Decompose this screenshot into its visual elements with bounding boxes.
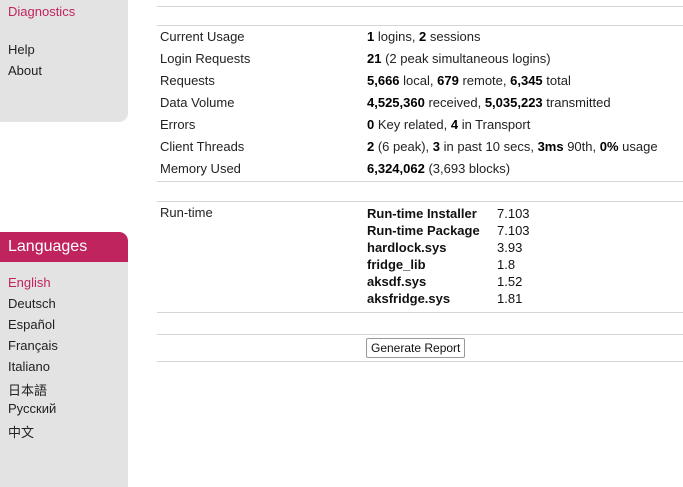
stat-value-number: 0%: [599, 139, 619, 154]
divider: [157, 334, 683, 335]
language-link-francais[interactable]: Français: [8, 338, 58, 353]
divider: [157, 6, 683, 7]
stat-value-number: 5,035,223: [484, 95, 543, 110]
runtime-item-version: 7.103: [497, 206, 530, 221]
stat-label: Errors: [160, 117, 196, 132]
stat-value-number: 6,345: [510, 73, 543, 88]
runtime-item-name: hardlock.sys: [367, 240, 447, 255]
runtime-item-name: fridge_lib: [367, 257, 426, 272]
stat-value: 21 (2 peak simultaneous logins): [367, 51, 551, 66]
stat-value-number: 2: [419, 29, 427, 44]
stat-value-number: 1: [367, 29, 375, 44]
nav-link-diagnostics[interactable]: Diagnostics: [8, 4, 75, 19]
divider: [157, 312, 683, 313]
nav-link-help[interactable]: Help: [8, 42, 35, 57]
divider: [157, 361, 683, 362]
runtime-item-name: aksdf.sys: [367, 274, 427, 289]
stat-value: 1 logins, 2 sessions: [367, 29, 481, 44]
language-link-chinese[interactable]: 中文: [8, 422, 34, 441]
language-link-italiano[interactable]: Italiano: [8, 359, 50, 374]
divider: [157, 25, 683, 26]
languages-title: Languages: [0, 232, 128, 262]
language-link-deutsch[interactable]: Deutsch: [8, 296, 56, 311]
stat-value-number: 6,324,062: [367, 161, 425, 176]
stat-value: 2 (6 peak), 3 in past 10 secs, 3ms 90th,…: [367, 139, 658, 154]
stat-label: Login Requests: [160, 51, 251, 66]
stat-label: Requests: [160, 73, 215, 88]
generate-report-button[interactable]: Generate Report: [366, 338, 466, 358]
runtime-item-name: aksfridge.sys: [367, 291, 451, 306]
stat-value: 4,525,360 received, 5,035,223 transmitte…: [367, 95, 611, 110]
language-link-japanese[interactable]: 日本語: [8, 380, 47, 399]
stat-value-number: 3ms: [537, 139, 564, 154]
runtime-item-version: 1.52: [497, 274, 523, 289]
sidebar-nav: Diagnostics Help About: [0, 0, 128, 122]
stat-value-number: 5,666: [367, 73, 400, 88]
stat-value-number: 4: [450, 117, 459, 132]
language-link-english[interactable]: English: [8, 275, 51, 290]
nav-link-about[interactable]: About: [8, 63, 42, 78]
runtime-item-version: 1.81: [497, 291, 523, 306]
runtime-item-version: 7.103: [497, 223, 530, 238]
divider: [157, 201, 683, 202]
runtime-item-version: 3.93: [497, 240, 523, 255]
runtime-item-name: Run-time Installer: [367, 206, 477, 221]
stat-label: Current Usage: [160, 29, 245, 44]
runtime-item-version: 1.8: [497, 257, 516, 272]
stat-value-number: 4,525,360: [367, 95, 425, 110]
runtime-item-name: Run-time Package: [367, 223, 480, 238]
stat-value-number: 679: [437, 73, 459, 88]
stat-value-number: 2: [367, 139, 375, 154]
language-link-russian[interactable]: Русский: [8, 401, 56, 416]
stat-label: Memory Used: [160, 161, 241, 176]
stat-value-number: 0: [367, 117, 375, 132]
stat-value-number: 21: [367, 51, 382, 66]
languages-panel: Languages English Deutsch Español França…: [0, 232, 128, 487]
runtime-label: Run-time: [160, 205, 213, 220]
stat-value: 0 Key related, 4 in Transport: [367, 117, 531, 132]
stat-value: 5,666 local, 679 remote, 6,345 total: [367, 73, 571, 88]
language-link-espanol[interactable]: Español: [8, 317, 55, 332]
stat-value-number: 3: [432, 139, 440, 154]
stat-label: Data Volume: [160, 95, 235, 110]
divider: [157, 181, 683, 182]
stat-label: Client Threads: [160, 139, 245, 154]
stat-value: 6,324,062 (3,693 blocks): [367, 161, 511, 176]
